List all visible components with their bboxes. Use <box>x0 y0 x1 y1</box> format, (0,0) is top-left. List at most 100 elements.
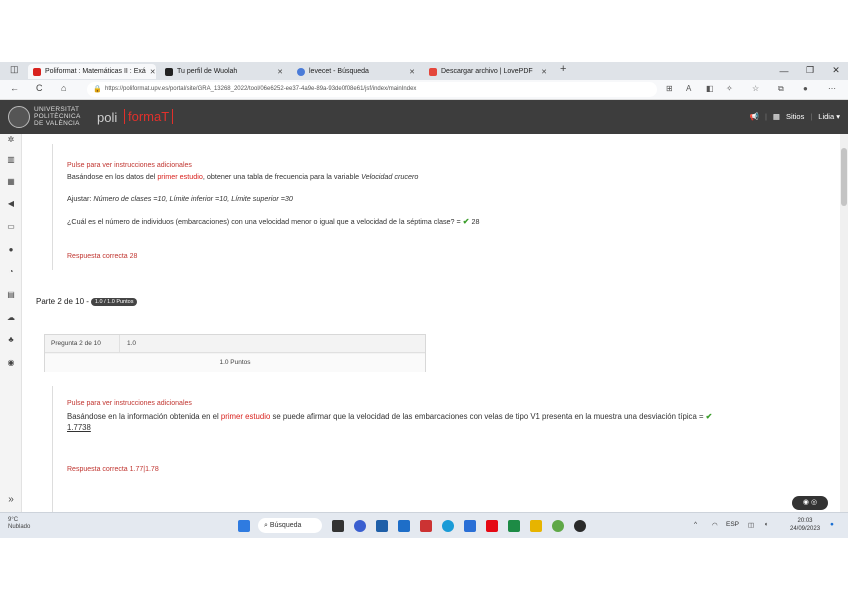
gmail-icon[interactable] <box>420 520 432 532</box>
home-button[interactable]: ⌂ <box>61 83 66 93</box>
question-part2: Pulse para ver instrucciones adicionales… <box>52 386 812 512</box>
workspaces-icon[interactable]: ◫ <box>10 64 19 75</box>
start-icon[interactable] <box>238 520 250 532</box>
widgets-icon[interactable] <box>376 520 388 532</box>
edge-icon[interactable] <box>442 520 454 532</box>
chat-icon[interactable]: ● <box>5 244 17 256</box>
variable-name: Velocidad crucero <box>361 172 419 181</box>
question-statement: Basándose en los datos del primer estudi… <box>67 172 807 182</box>
tab-lovepdf[interactable]: Descargar archivo | LovePDF ✕ <box>424 64 552 79</box>
spotify-icon[interactable] <box>574 520 586 532</box>
taskbar-search[interactable]: ⌕ Búsqueda <box>258 518 322 533</box>
lock-icon: 🔒 <box>93 86 102 93</box>
url-text: https://poliformat.upv.es/portal/site/GR… <box>105 86 417 92</box>
close-tab-icon[interactable]: ✕ <box>277 68 283 76</box>
document-icon[interactable]: ▤ <box>5 289 17 301</box>
expand-sidebar-icon[interactable]: » <box>5 494 17 506</box>
instructions-link[interactable]: Pulse para ver instrucciones adicionales <box>67 400 192 407</box>
excel-icon[interactable] <box>508 520 520 532</box>
question-text: ¿Cuál es el número de individuos (embarc… <box>67 217 463 226</box>
task-view-icon[interactable] <box>332 520 344 532</box>
favorites-icon[interactable]: ☆ <box>752 84 759 93</box>
tab-wuolah[interactable]: Tu perfil de Wuolah ✕ <box>160 64 288 79</box>
user-menu-button[interactable]: Lidia ▾ <box>818 112 840 121</box>
profile-icon[interactable]: ● <box>803 84 808 93</box>
weather-desc: Nublado <box>8 524 31 530</box>
stats-icon[interactable]: ▥ <box>5 154 17 166</box>
more-icon[interactable]: ⋯ <box>828 84 836 93</box>
question-part1: Pulse para ver instrucciones adicionales… <box>52 144 812 270</box>
tool-sidebar: ✲ ▥ ▦ ◀ ▭ ● ◔ ▤ ☁ ♣ ◉ » <box>0 134 22 512</box>
clock-date: 24/09/2023 <box>790 526 821 532</box>
university-line: DE VALÈNCIA <box>34 120 80 127</box>
points-row: 1.0 Puntos <box>45 354 425 372</box>
scrollbar-thumb[interactable] <box>841 148 847 206</box>
resources-icon[interactable]: ▭ <box>5 221 17 233</box>
refresh-button[interactable]: C <box>36 83 43 93</box>
maximize-button[interactable]: ❐ <box>800 62 820 79</box>
forum-icon[interactable]: ◔ <box>5 266 17 278</box>
system-clock[interactable]: 20:03 24/09/2023 <box>790 517 820 533</box>
read-aloud-icon[interactable]: A <box>686 84 691 93</box>
word-icon[interactable] <box>464 520 476 532</box>
adjust-label: Ajustar: <box>67 194 94 203</box>
tab-label: Poliformat : Matemáticas II : Exá <box>45 68 146 75</box>
student-answer: 1.7738 <box>67 423 91 432</box>
netflix-icon[interactable] <box>486 520 498 532</box>
network-icon[interactable]: ◫ <box>748 521 754 529</box>
language-indicator[interactable]: ESP <box>726 521 739 528</box>
taskbar: 9°C Nublado ⌕ Búsqueda ^ ◠ ESP ◫ ◖ 20:03… <box>0 512 848 538</box>
divider: | <box>764 112 767 121</box>
university-seal-icon <box>8 106 30 128</box>
back-button[interactable]: ← <box>10 83 19 93</box>
text-segment: Basándose en los datos del <box>67 172 158 181</box>
apps-icon[interactable]: ⊞ <box>666 84 673 93</box>
screenshot: ◫ Poliformat : Matemáticas II : Exá ✕ Tu… <box>0 0 848 599</box>
url-input[interactable]: 🔒 https://poliformat.upv.es/portal/site/… <box>87 82 657 97</box>
cloud-icon[interactable]: ☁ <box>5 312 17 324</box>
minimize-button[interactable]: — <box>774 62 794 79</box>
store-icon[interactable] <box>398 520 410 532</box>
wifi-tray-icon[interactable]: ◠ <box>712 521 718 529</box>
text-segment: Basándose en la información obtenida en … <box>67 412 221 421</box>
accessibility-button[interactable]: ◉ ◎ <box>792 496 828 510</box>
wuolah-favicon-icon <box>165 67 173 76</box>
weather-widget[interactable]: 9°C Nublado <box>8 517 30 531</box>
extensions-icon[interactable]: ✧ <box>726 84 733 93</box>
tray-overflow-icon[interactable]: ^ <box>694 521 697 528</box>
users-icon[interactable]: ♣ <box>5 334 17 346</box>
search-label: Búsqueda <box>269 522 302 529</box>
new-tab-button[interactable]: + <box>560 63 566 75</box>
announcements-icon[interactable]: ◀ <box>5 198 17 210</box>
logo-suffix[interactable]: formaT <box>124 109 174 124</box>
browser-tab-bar: ◫ Poliformat : Matemáticas II : Exá ✕ Tu… <box>0 62 848 80</box>
volume-icon[interactable]: ◖ <box>764 521 768 528</box>
chat-app-icon[interactable] <box>354 520 366 532</box>
correct-answer: Respuesta correcta 28 <box>67 253 138 260</box>
logo-prefix[interactable]: poli <box>97 110 117 125</box>
folder-icon[interactable] <box>530 520 542 532</box>
close-window-button[interactable]: ✕ <box>826 62 846 79</box>
settings-icon[interactable]: ✲ <box>5 134 17 146</box>
close-tab-icon[interactable]: ✕ <box>150 68 156 76</box>
instructions-link[interactable]: Pulse para ver instrucciones adicionales <box>67 162 192 169</box>
correct-check-icon: ✔ <box>462 217 470 226</box>
tab-poliformat[interactable]: Poliformat : Matemáticas II : Exá ✕ <box>28 64 156 79</box>
site-header: UNIVERSITAT POLITÈCNICA DE VALÈNCIA poli… <box>0 100 848 134</box>
sites-button[interactable]: Sitios <box>786 112 804 121</box>
page-scrollbar[interactable] <box>840 134 848 512</box>
calendar-icon[interactable]: ▦ <box>5 176 17 188</box>
highlight-text: primer estudio <box>220 412 271 421</box>
whatsapp-icon[interactable] <box>552 520 564 532</box>
text-segment: , obtener una tabla de frecuencia para l… <box>202 172 362 181</box>
address-bar-row: ← C ⌂ 🔒 https://poliformat.upv.es/portal… <box>0 80 848 100</box>
collections-icon[interactable]: ⧉ <box>778 84 784 94</box>
announcements-icon[interactable]: 📢 <box>750 112 759 121</box>
close-tab-icon[interactable]: ✕ <box>541 68 547 76</box>
close-tab-icon[interactable]: ✕ <box>409 68 415 76</box>
tab-search[interactable]: levecet - Búsqueda ✕ <box>292 64 420 79</box>
help-icon[interactable]: ◉ <box>5 357 17 369</box>
table-row: Pregunta 2 de 10 1.0 <box>45 335 425 353</box>
notifications-icon[interactable]: ● <box>830 521 834 528</box>
split-screen-icon[interactable]: ◧ <box>706 84 714 93</box>
